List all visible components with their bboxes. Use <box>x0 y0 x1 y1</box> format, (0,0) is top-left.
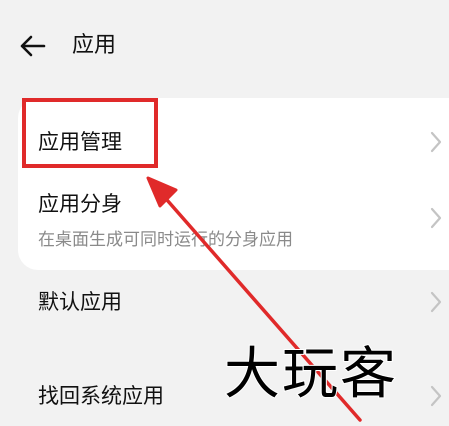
menu-item-label: 找回系统应用 <box>38 384 164 408</box>
chevron-right-icon <box>430 385 442 407</box>
menu-item-description: 在桌面生成可同时运行的分身应用 <box>38 230 293 250</box>
chevron-right-icon <box>430 291 442 313</box>
chevron-right-icon <box>430 207 442 229</box>
arrow-left-icon <box>20 35 46 57</box>
screen: 应用 应用管理 应用分身 在桌面生成可同时运行的分身应用 默认应用 找回系统应用… <box>0 0 449 426</box>
header: 应用 <box>0 0 449 90</box>
page-title: 应用 <box>72 33 117 58</box>
menu-item-label: 应用分身 <box>38 192 122 216</box>
watermark: 大玩客 <box>223 341 398 408</box>
menu-item-app-clone[interactable]: 应用分身 在桌面生成可同时运行的分身应用 <box>38 188 449 258</box>
menu-item-default-apps[interactable]: 默认应用 <box>38 288 449 320</box>
highlight-box <box>22 98 158 168</box>
chevron-right-icon <box>430 131 442 153</box>
back-button[interactable] <box>14 28 50 64</box>
menu-item-label: 默认应用 <box>38 290 122 314</box>
